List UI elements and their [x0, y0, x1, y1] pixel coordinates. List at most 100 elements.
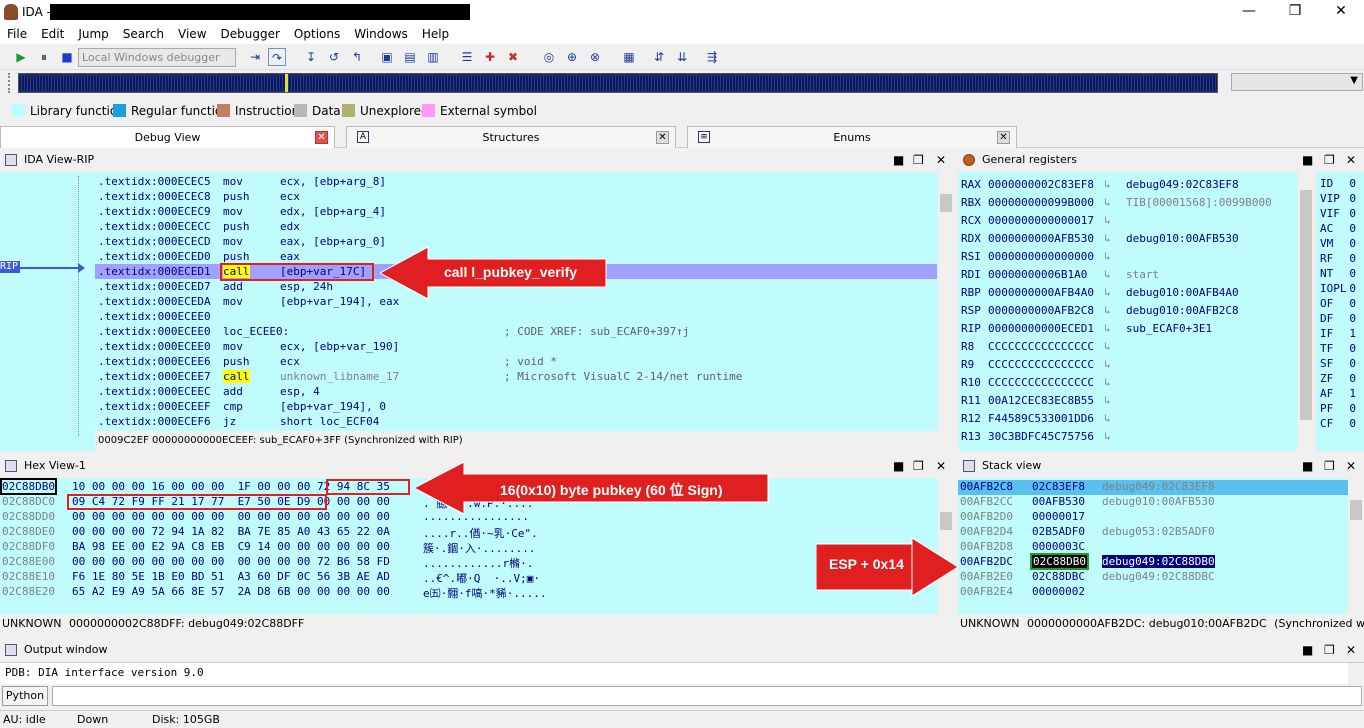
stack-row[interactable]: 00AFB2CC 00AFB530 debug010:00AFB530: [960, 495, 1215, 510]
run-to-cursor-icon[interactable]: ↺: [325, 48, 343, 66]
python-button[interactable]: Python: [2, 686, 48, 706]
play-icon[interactable]: ▶: [12, 48, 30, 66]
hex-row[interactable]: 02C88E00 00 00 00 00 00 00 00 00 00 00 00…: [2, 555, 533, 570]
asm-line[interactable]: .textidx:000ECEEF cmp [ebp+var_194], 0: [98, 400, 386, 415]
close-icon[interactable]: ✕: [315, 131, 328, 144]
flag-row[interactable]: IOPL 0: [1320, 282, 1360, 297]
maximize-button[interactable]: ❐: [1272, 0, 1318, 24]
hex-row[interactable]: 02C88DD0 00 00 00 00 00 00 00 00 00 00 00…: [2, 510, 529, 525]
tab-structures[interactable]: A Structures ✕: [346, 126, 676, 148]
register-row[interactable]: RCX 0000000000000017 ↳: [961, 214, 1111, 232]
flag-row[interactable]: DF 0: [1320, 312, 1360, 327]
flag-row[interactable]: OF 0: [1320, 297, 1360, 312]
flag-row[interactable]: AF 1: [1320, 387, 1360, 402]
panel-x-icon[interactable]: ✕: [936, 456, 946, 476]
asm-line[interactable]: .textidx:000ECEE6 push ecx ; void *: [98, 355, 557, 370]
panel-close-icon[interactable]: ■: [893, 150, 904, 170]
flag-row[interactable]: ZF 0: [1320, 372, 1360, 387]
panel-float-icon[interactable]: ❐: [913, 456, 924, 476]
flags-panel[interactable]: ID 0 VIP 0 VIF 0 AC 0 VM 0 RF 0 NT 0 IOPL 0 OF 0 …: [1316, 172, 1364, 451]
stack-row[interactable]: 00AFB2DC 02C88DB0 debug049:02C88DB0: [960, 553, 1215, 570]
register-row[interactable]: R11 00A12CEC83EC8B55 ↳: [961, 394, 1111, 412]
panel-float-icon[interactable]: ❐: [1324, 640, 1335, 660]
breakpoint-add-icon[interactable]: ✚: [481, 48, 499, 66]
stack-scrollbar[interactable]: [1348, 478, 1364, 614]
asm-line[interactable]: .textidx:000ECECD mov eax, [ebp+arg_0]: [98, 235, 386, 250]
asm-line[interactable]: .textidx:000ECEEC add esp, 4: [98, 385, 320, 400]
panel-float-icon[interactable]: ❐: [1324, 456, 1335, 476]
step-into-icon[interactable]: ⇥: [246, 48, 264, 66]
flag-row[interactable]: IF 1: [1320, 327, 1360, 342]
output-panel[interactable]: PDB: DIA interface version 9.0: [0, 662, 1364, 685]
panel-close-icon[interactable]: ■: [893, 456, 904, 476]
flag-row[interactable]: VIF 0: [1320, 207, 1360, 222]
trace-clear-icon[interactable]: ⊗: [586, 48, 604, 66]
navigation-band[interactable]: [18, 73, 1218, 93]
output-scrollbar[interactable]: [1348, 663, 1364, 685]
asm-line-current[interactable]: .textidx:000ECED1 call [ebp+var_17C]: [98, 265, 366, 280]
panel-close-icon[interactable]: ■: [1302, 640, 1313, 660]
ida-scrollbar[interactable]: [938, 172, 954, 451]
hex-row[interactable]: 02C88DE0 00 00 00 00 72 94 1A 82 BA 7E 85…: [2, 525, 538, 540]
window3-icon[interactable]: ▥: [424, 48, 442, 66]
tab-debug-view[interactable]: Debug View ✕: [0, 126, 335, 148]
register-row[interactable]: RBX 000000000099B000 ↳ TIB[00001568]:0099B0…: [961, 196, 1272, 214]
menu-view[interactable]: View: [171, 24, 213, 41]
asm-line[interactable]: .textidx:000ECEE0 mov ecx, [ebp+var_190]: [98, 340, 399, 355]
close-button[interactable]: ✕: [1318, 0, 1364, 24]
register-row[interactable]: RIP 00000000000ECED1 ↳ sub_ECAF0+3E1: [961, 322, 1212, 340]
python-input[interactable]: [52, 686, 1362, 706]
register-row[interactable]: R8 CCCCCCCCCCCCCCCC ↳: [961, 340, 1111, 358]
menu-help[interactable]: Help: [415, 24, 456, 41]
asm-line[interactable]: .textidx:000ECEF6 jz short loc_ECF04: [98, 415, 379, 430]
stack-row[interactable]: 00AFB2C8 02C83EF8 debug049:02C83EF8: [960, 480, 1215, 495]
stack-row[interactable]: 00AFB2E4 00000002: [960, 585, 1085, 600]
menu-edit[interactable]: Edit: [34, 24, 71, 41]
close-icon[interactable]: ✕: [656, 131, 669, 144]
stop-icon[interactable]: ■: [58, 48, 76, 66]
panel-close-icon[interactable]: ■: [1302, 150, 1313, 170]
hex-row[interactable]: 02C88E20 65 A2 E9 A9 5A 66 8E 57 2A D8 6B…: [2, 585, 546, 600]
hex-row[interactable]: 02C88E10 F6 1E 80 5E 1B E0 BD 51 A3 60 DF…: [2, 570, 540, 585]
asm-line[interactable]: .textidx:000ECEE0: [98, 310, 211, 325]
register-row[interactable]: RAX 0000000002C83EF8 ↳ debug049:02C83EF8: [961, 178, 1239, 196]
register-row[interactable]: RSP 0000000000AFB2C8 ↳ debug010:00AFB2C8: [961, 304, 1239, 322]
panel-float-icon[interactable]: ❐: [913, 150, 924, 170]
panel-x-icon[interactable]: ✕: [1346, 456, 1356, 476]
asm-line[interactable]: .textidx:000ECEDA mov [ebp+var_194], eax: [98, 295, 399, 310]
window2-icon[interactable]: ▤: [401, 48, 419, 66]
register-row[interactable]: R12 F44589C533001DD6 ↳: [961, 412, 1111, 430]
asm-line[interactable]: .textidx:000ECED7 add esp, 24h: [98, 280, 333, 295]
panel-x-icon[interactable]: ✕: [936, 150, 946, 170]
flag-row[interactable]: AC 0: [1320, 222, 1360, 237]
register-row[interactable]: RDX 0000000000AFB530 ↳ debug010:00AFB530: [961, 232, 1239, 250]
menu-search[interactable]: Search: [116, 24, 171, 41]
tracing-icon[interactable]: ⊕: [563, 48, 581, 66]
flag-row[interactable]: NT 0: [1320, 267, 1360, 282]
stack-row[interactable]: 00AFB2E0 02C88DBC debug049:02C88DBC: [960, 570, 1215, 585]
flag-row[interactable]: VIP 0: [1320, 192, 1360, 207]
flag-row[interactable]: TF 0: [1320, 342, 1360, 357]
step-over-icon[interactable]: ↷: [268, 48, 286, 66]
hex-row[interactable]: 02C88DB0 10 00 00 00 16 00 00 00 1F 00 00…: [0, 478, 390, 495]
register-row[interactable]: RSI 0000000000000000 ↳: [961, 250, 1111, 268]
stack-row[interactable]: 00AFB2D4 02B5ADF0 debug053:02B5ADF0: [960, 525, 1215, 540]
watch-icon[interactable]: ◎: [540, 48, 558, 66]
registers-panel[interactable]: RAX 0000000002C83EF8 ↳ debug049:02C83EF8 RB…: [958, 172, 1314, 451]
flag-row[interactable]: SF 0: [1320, 357, 1360, 372]
register-row[interactable]: R9 CCCCCCCCCCCCCCCC ↳: [961, 358, 1111, 376]
stack-row[interactable]: 00AFB2D0 00000017: [960, 510, 1085, 525]
panel-float-icon[interactable]: ❐: [1324, 150, 1335, 170]
asm-line[interactable]: .textidx:000ECED0 push eax: [98, 250, 300, 265]
panel-x-icon[interactable]: ✕: [1346, 640, 1356, 660]
minimize-button[interactable]: —: [1226, 0, 1272, 24]
close-icon[interactable]: ✕: [997, 131, 1010, 144]
menu-jump[interactable]: Jump: [71, 24, 115, 41]
register-row[interactable]: R10 CCCCCCCCCCCCCCCC ↳: [961, 376, 1111, 394]
hex-row[interactable]: 02C88DC0 09 C4 72 F9 FF 21 17 77 E7 50 0E…: [2, 495, 533, 510]
registers-scrollbar[interactable]: [1298, 172, 1314, 451]
asm-line[interactable]: .textidx:000ECEE7 call unknown_libname_17;…: [98, 370, 742, 385]
sort-icon[interactable]: ⇊: [673, 48, 691, 66]
tab-enums[interactable]: ≡ Enums ✕: [687, 126, 1017, 148]
asm-line[interactable]: .textidx:000ECEE0 loc_ECEE0: ; CODE XREF: …: [98, 325, 689, 340]
